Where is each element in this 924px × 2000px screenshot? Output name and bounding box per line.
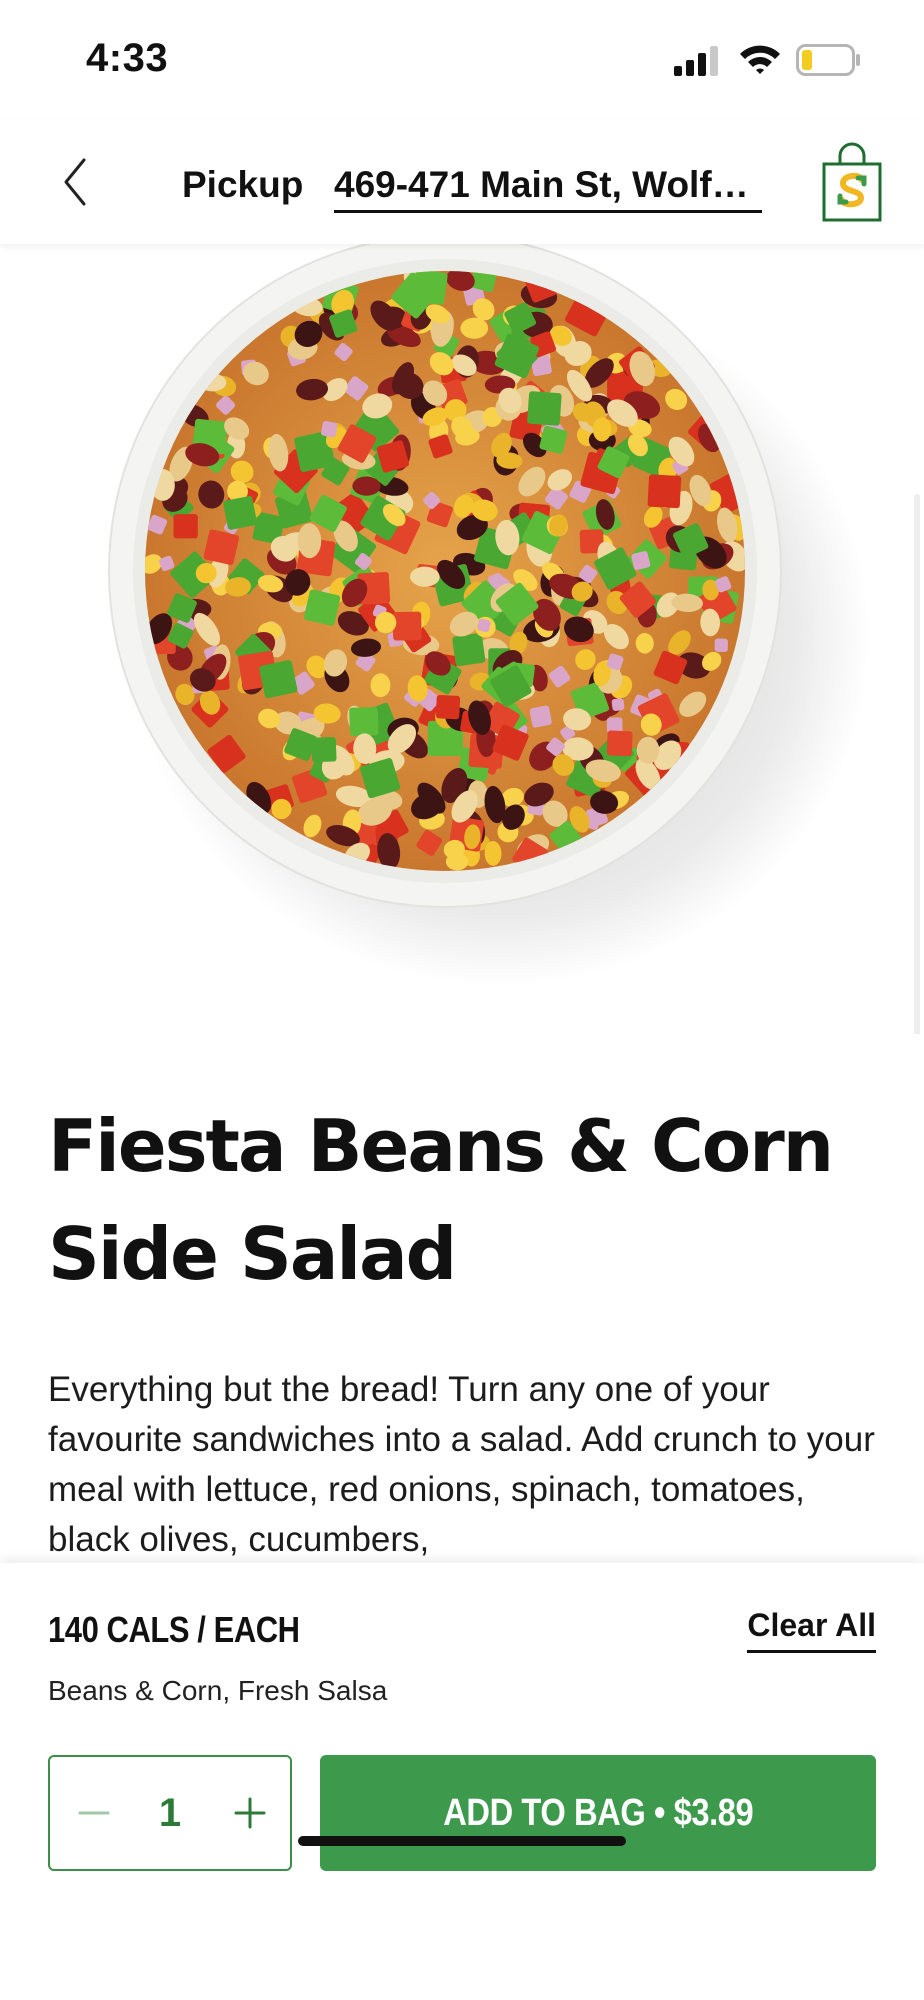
store-address-link[interactable]: 469-471 Main St, Wolf… [334, 164, 762, 213]
status-bar: 4:33 [0, 0, 924, 120]
salad-piece [349, 706, 379, 737]
salad-piece [370, 673, 391, 698]
order-panel: 140 CALS / EACH Clear All Beans & Corn, … [0, 1563, 924, 2000]
salad-piece [223, 496, 257, 530]
salad-piece [392, 611, 422, 641]
salad-piece [636, 736, 660, 764]
add-to-bag-button[interactable]: ADD TO BAG • $3.89 [320, 1755, 876, 1871]
calorie-info: 140 CALS / EACH [48, 1609, 300, 1650]
quantity-value: 1 [158, 1791, 182, 1835]
back-button[interactable] [52, 146, 100, 218]
add-to-bag-label: ADD TO BAG • $3.89 [442, 1792, 754, 1834]
salad-piece [714, 638, 728, 652]
salad-piece [452, 633, 486, 667]
selected-ingredients: Beans & Corn, Fresh Salsa [48, 1675, 388, 1706]
home-indicator [298, 1836, 626, 1846]
status-time: 4:33 [86, 36, 169, 80]
product-image [0, 244, 924, 1034]
bag-button[interactable] [818, 138, 886, 224]
salad-bowl-image [108, 244, 870, 986]
cellular-signal-icon [674, 46, 718, 76]
wifi-icon [740, 45, 780, 74]
salad-piece [606, 730, 633, 757]
chevron-left-icon [64, 158, 86, 206]
minus-icon [78, 1811, 110, 1815]
increase-quantity-button[interactable] [226, 1785, 274, 1841]
scroll-indicator [914, 494, 920, 1034]
salad-piece [259, 660, 298, 699]
product-title: Fiesta Beans & Corn Side Salad [48, 1092, 888, 1308]
battery-icon [796, 44, 860, 76]
salad-piece [311, 736, 337, 763]
product-description: Everything but the bread! Turn any one o… [48, 1370, 875, 1559]
quantity-stepper: 1 [48, 1755, 292, 1871]
app-header: Pickup 469-471 Main St, Wolf… [0, 120, 924, 244]
salad-piece [611, 698, 625, 711]
salad-piece [412, 271, 448, 305]
salad-piece [527, 391, 562, 426]
clear-all-button[interactable]: Clear All [747, 1607, 876, 1653]
product-title-line-1: Fiesta Beans & Corn [48, 1104, 834, 1188]
salad-piece [173, 514, 198, 539]
salad-piece [460, 317, 489, 339]
salad-piece [529, 705, 552, 728]
product-title-line-2: Side Salad [48, 1212, 457, 1296]
salad-piece [321, 420, 338, 438]
salad-piece [435, 694, 461, 720]
decrease-quantity-button[interactable] [70, 1785, 118, 1841]
plus-icon [234, 1797, 266, 1829]
salad-piece [647, 474, 682, 509]
shopping-bag-icon [822, 142, 882, 222]
pickup-mode-label: Pickup [182, 164, 304, 205]
